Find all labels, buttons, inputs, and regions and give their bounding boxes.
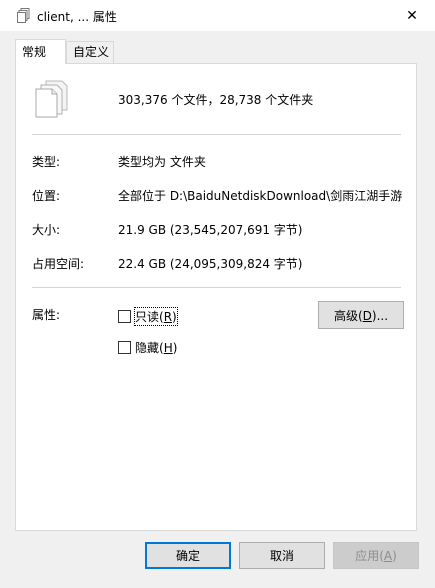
files-icon bbox=[17, 8, 31, 24]
readonly-checkbox[interactable]: 只读(R) bbox=[118, 307, 178, 326]
tab-custom-label: 自定义 bbox=[73, 45, 110, 59]
window-title: client, ... 属性 bbox=[37, 10, 117, 24]
separator bbox=[32, 134, 401, 135]
attributes-label: 属性: bbox=[32, 308, 61, 322]
hidden-checkbox[interactable]: 隐藏(H) bbox=[118, 339, 177, 356]
separator bbox=[32, 287, 401, 288]
close-icon: ✕ bbox=[406, 7, 418, 24]
multiple-files-icon bbox=[34, 80, 68, 118]
hidden-label: 隐藏(H) bbox=[135, 341, 178, 355]
hidden-checkbox-box[interactable] bbox=[118, 341, 131, 354]
readonly-label: 只读(R) bbox=[134, 307, 178, 326]
file-folder-count: 303,376 个文件，28,738 个文件夹 bbox=[118, 93, 314, 107]
advanced-button[interactable]: 高级(D)... bbox=[318, 301, 404, 329]
tab-general-label: 常规 bbox=[22, 45, 47, 59]
size-on-disk-label: 占用空间: bbox=[32, 257, 85, 271]
location-value: 全部位于 D:\BaiduNetdiskDownload\剑雨江湖手游 bbox=[118, 189, 403, 203]
title-bar: client, ... 属性 ✕ bbox=[0, 0, 435, 31]
apply-button[interactable]: 应用(A) bbox=[333, 542, 419, 569]
ok-button-label: 确定 bbox=[175, 549, 200, 563]
tab-general[interactable]: 常规 bbox=[15, 39, 66, 64]
location-label: 位置: bbox=[32, 189, 61, 203]
type-value: 类型均为 文件夹 bbox=[118, 155, 206, 169]
cancel-button-label: 取消 bbox=[269, 549, 294, 563]
size-label: 大小: bbox=[32, 223, 61, 237]
size-on-disk-value: 22.4 GB (24,095,309,824 字节) bbox=[118, 257, 303, 271]
advanced-button-label: 高级(D)... bbox=[333, 308, 389, 323]
tab-custom[interactable]: 自定义 bbox=[66, 41, 114, 63]
type-label: 类型: bbox=[32, 155, 61, 169]
apply-button-label: 应用(A) bbox=[355, 549, 397, 563]
cancel-button[interactable]: 取消 bbox=[239, 542, 325, 569]
size-value: 21.9 GB (23,545,207,691 字节) bbox=[118, 223, 303, 237]
close-button[interactable]: ✕ bbox=[389, 0, 435, 31]
general-panel: 303,376 个文件，28,738 个文件夹 类型: 类型均为 文件夹 位置:… bbox=[15, 63, 417, 531]
ok-button[interactable]: 确定 bbox=[145, 542, 231, 569]
readonly-checkbox-box[interactable] bbox=[118, 310, 131, 323]
